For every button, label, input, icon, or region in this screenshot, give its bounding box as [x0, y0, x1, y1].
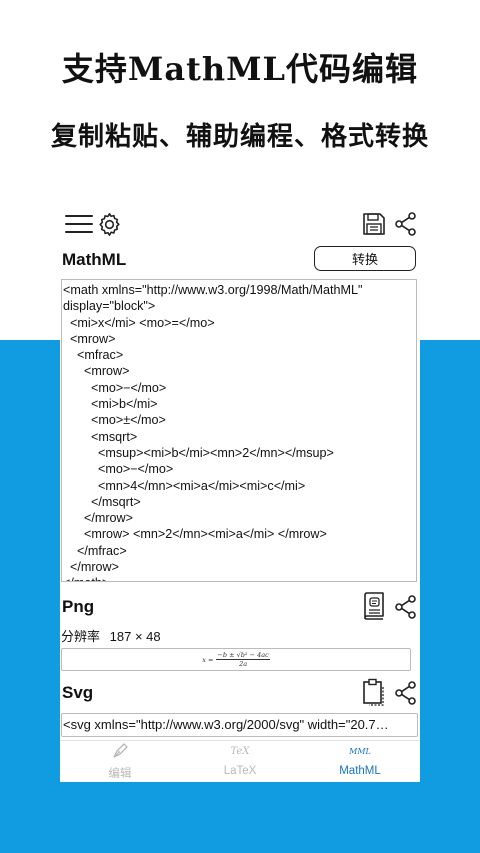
svg-section-label: Svg — [62, 683, 94, 702]
resolution-value: 187 × 48 — [109, 629, 161, 644]
settings-icon[interactable] — [96, 211, 123, 238]
mathml-section-label: MathML — [62, 250, 127, 269]
pen-nib-icon — [60, 743, 180, 759]
mathml-code-text[interactable]: <math xmlns="http://www.w3.org/1998/Math… — [62, 280, 416, 581]
png-share-icon[interactable] — [394, 595, 417, 619]
nav-tab-mathml[interactable]: MML MathML — [300, 741, 420, 782]
bottom-navigation: 编辑 TeX LaTeX MML MathML — [60, 740, 420, 782]
svg-clipboard-icon[interactable] — [362, 678, 386, 706]
png-formula-preview[interactable]: x = −b ± √b² − 4ac 2a — [61, 648, 411, 671]
mathml-code-editor[interactable]: <math xmlns="http://www.w3.org/1998/Math… — [61, 279, 417, 582]
tex-icon: TeX — [230, 745, 250, 757]
nav-tab-latex[interactable]: TeX LaTeX — [180, 741, 300, 782]
app-screen: MathML 转换 <math xmlns="http://www.w3.org… — [60, 203, 420, 782]
nav-label-mathml: MathML — [339, 765, 381, 777]
png-section-label: Png — [62, 597, 95, 616]
save-icon[interactable] — [362, 212, 386, 236]
formula-lhs: x = — [202, 655, 214, 664]
menu-icon[interactable] — [65, 214, 93, 234]
formula-denominator: 2a — [239, 660, 248, 668]
nav-tab-edit[interactable]: 编辑 — [60, 741, 180, 782]
svg-share-icon[interactable] — [394, 681, 417, 705]
png-book-icon[interactable] — [362, 592, 386, 620]
resolution-label: 分辨率 — [61, 629, 101, 644]
nav-label-edit: 编辑 — [108, 768, 132, 780]
png-resolution: 分辨率 187 × 48 — [61, 626, 161, 645]
share-icon[interactable] — [394, 212, 417, 236]
svg-code-field[interactable]: <svg xmlns="http://www.w3.org/2000/svg" … — [61, 713, 418, 737]
promo-title: 支持MathML代码编辑 — [61, 50, 419, 88]
convert-button[interactable]: 转换 — [314, 246, 416, 271]
formula-numerator: −b ± √b² − 4ac — [216, 651, 270, 660]
mml-icon: MML — [349, 746, 371, 756]
promo-subtitle: 复制粘贴、辅助编程、格式转换 — [50, 122, 429, 152]
nav-label-latex: LaTeX — [223, 765, 257, 777]
